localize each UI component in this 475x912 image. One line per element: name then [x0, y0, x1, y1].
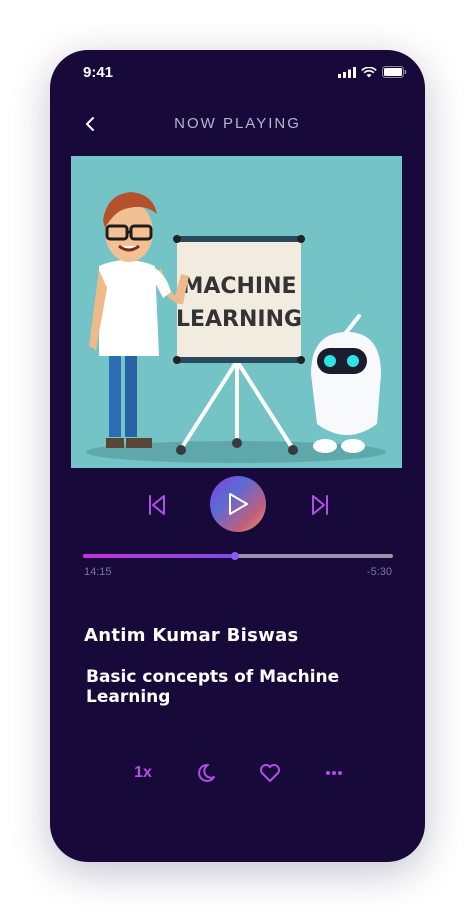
more-icon	[326, 771, 342, 775]
progress-thumb[interactable]	[230, 552, 239, 560]
page-title: NOW PLAYING	[174, 115, 301, 132]
previous-button[interactable]	[144, 491, 170, 519]
phone-screen: 9:41 NOW PLAYING MACHINE LEARNING 14:15 …	[50, 50, 425, 862]
progress-bar[interactable]	[83, 552, 393, 560]
playback-speed-button[interactable]: 1x	[130, 758, 156, 788]
next-button[interactable]	[307, 491, 333, 519]
sleep-timer-button[interactable]	[194, 758, 218, 788]
remaining-time: -5:30	[366, 566, 392, 578]
heart-icon	[260, 764, 280, 782]
board-text-line1: MACHINE	[181, 274, 296, 299]
wifi-icon	[361, 66, 377, 77]
next-icon	[312, 495, 328, 515]
action-bar: 1x	[50, 758, 425, 788]
artwork-illustration: MACHINE LEARNING	[86, 192, 386, 463]
header: NOW PLAYING	[50, 112, 425, 136]
play-icon	[229, 493, 248, 515]
status-bar: 9:41	[50, 50, 425, 94]
more-button[interactable]	[322, 758, 346, 788]
board-text-line2: LEARNING	[176, 307, 302, 332]
progress-fill	[83, 554, 235, 558]
track-title: Basic concepts of Machine Learning	[86, 667, 340, 707]
status-time: 9:41	[83, 64, 114, 81]
previous-icon	[149, 495, 165, 515]
elapsed-time: 14:15	[84, 566, 112, 578]
track-author: Antim Kumar Biswas	[84, 625, 299, 646]
podcast-artwork: MACHINE LEARNING	[71, 156, 402, 468]
playback-controls	[50, 476, 425, 534]
battery-icon	[382, 66, 407, 78]
sleep-timer-icon	[198, 763, 215, 782]
status-icons	[338, 66, 407, 78]
play-button[interactable]	[210, 476, 266, 532]
favorite-button[interactable]	[258, 758, 282, 788]
signal-icon	[338, 66, 356, 78]
